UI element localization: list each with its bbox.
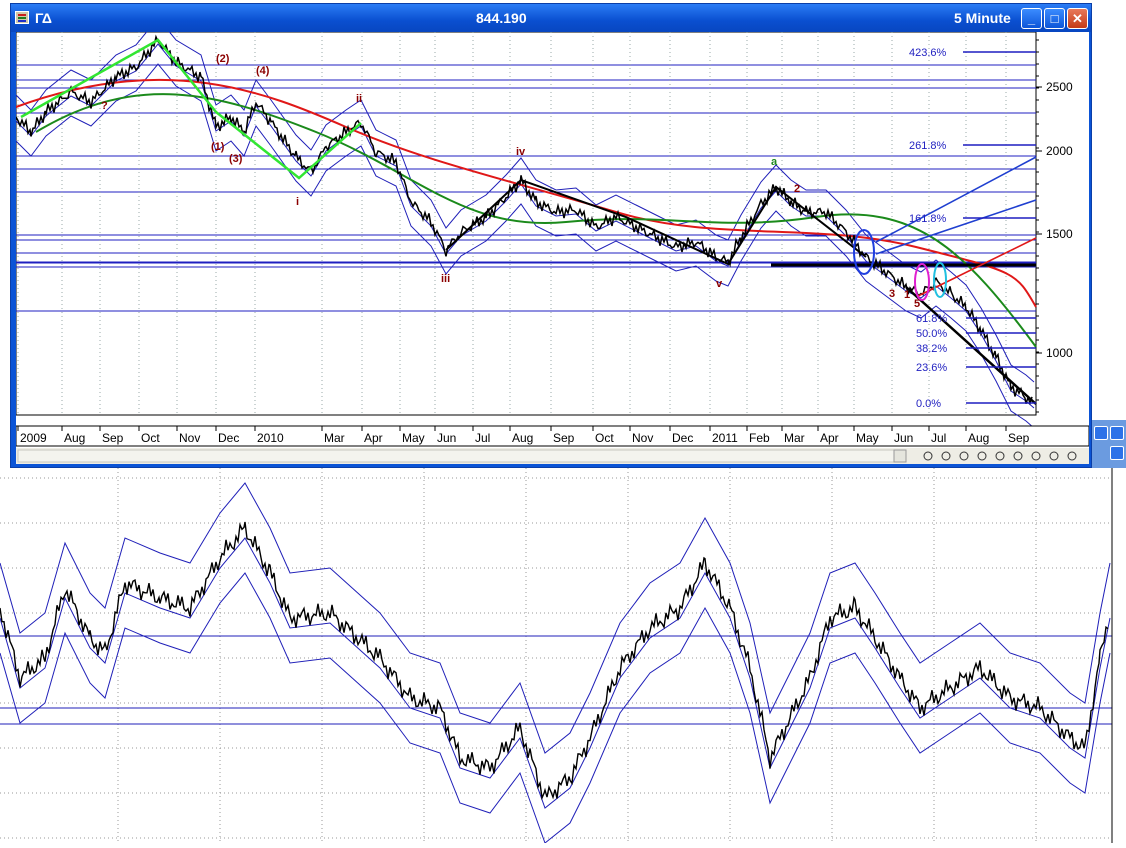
wave-label: v	[716, 278, 723, 290]
wave-label: ii	[356, 93, 362, 105]
time-tick-label: 2010	[257, 431, 284, 445]
app-icon[interactable]	[15, 11, 29, 24]
price-tick-label: 1000	[1046, 346, 1073, 360]
time-tick-label: Aug	[64, 431, 85, 445]
title-bar[interactable]: ΓΔ 844.190 5 Minute _ □ ✕	[11, 4, 1091, 32]
time-tick-label: Aug	[512, 431, 533, 445]
close-button[interactable]: ✕	[1067, 8, 1088, 29]
fib-label: 23.6%	[916, 362, 947, 374]
time-tick-label: Apr	[820, 431, 839, 445]
side-button[interactable]	[1094, 426, 1108, 440]
oscillator-middle-band	[0, 537, 1111, 809]
wave-label: a	[771, 156, 778, 168]
wave-label: 5	[914, 298, 920, 310]
time-tick-label: Jul	[931, 431, 946, 445]
wave-label: 1	[904, 289, 910, 301]
side-button[interactable]	[1110, 446, 1124, 460]
fib-label: 61.8%	[916, 313, 947, 325]
oscillator-bands	[0, 482, 1111, 844]
fib-label: 161.8%	[909, 213, 947, 225]
time-tick-label: May	[856, 431, 879, 445]
oscillator-upper-band	[0, 482, 1111, 754]
time-tick-label: Oct	[141, 431, 160, 445]
fib-label: 50.0%	[916, 328, 947, 340]
minimize-button[interactable]: _	[1021, 8, 1042, 29]
time-tick-label: Nov	[632, 431, 653, 445]
minimize-icon: _	[1027, 11, 1036, 26]
oscillator-chart[interactable]	[0, 468, 1126, 844]
side-button[interactable]	[1110, 426, 1124, 440]
symbol-title: ΓΔ	[35, 10, 52, 26]
price-tick-label: 1500	[1046, 227, 1073, 241]
oscillator-series	[0, 521, 1109, 801]
time-tick-label: Jun	[437, 431, 456, 445]
price-chart-svg[interactable]: ?(1)(2)(3)(4)iiiiiiivva1235 423.6%261.8%…	[15, 17, 1090, 464]
wave-label: (4)	[256, 65, 270, 77]
time-tick-label: Apr	[364, 431, 383, 445]
time-tick-label: Feb	[749, 431, 770, 445]
wave-label: 3	[889, 288, 895, 300]
time-tick-label: Nov	[179, 431, 200, 445]
price-tick-label: 2000	[1046, 144, 1073, 158]
time-tick-label: Sep	[553, 431, 575, 445]
time-tick-label: May	[402, 431, 425, 445]
time-tick-label: Dec	[218, 431, 239, 445]
price-axis: 2500 2000 1500 1000	[1036, 39, 1073, 413]
oscillator-levels	[0, 635, 1112, 725]
wave-label: iii	[441, 273, 450, 285]
time-tick-label: Mar	[324, 431, 345, 445]
time-tick-label: Dec	[672, 431, 693, 445]
fib-label: 261.8%	[909, 140, 947, 152]
time-tick-label: 2009	[20, 431, 47, 445]
time-tick-label: Jun	[894, 431, 913, 445]
time-tick-label: Aug	[968, 431, 989, 445]
maximize-button[interactable]: □	[1044, 8, 1065, 29]
side-panel	[1092, 420, 1126, 468]
fib-label: 423.6%	[909, 47, 947, 59]
oscillator-grid	[0, 468, 1110, 843]
interval-label: 5 Minute	[954, 10, 1011, 26]
wave-label: 2	[794, 183, 800, 195]
time-tick-label: Mar	[784, 431, 805, 445]
scrollbar-thumb[interactable]	[17, 449, 899, 463]
maximize-icon: □	[1050, 11, 1059, 26]
oscillator-line	[0, 521, 1109, 801]
time-tick-label: Jul	[475, 431, 490, 445]
price-tick-label: 2500	[1046, 80, 1073, 94]
time-tick-label: 2011	[712, 431, 738, 445]
close-icon: ✕	[1072, 11, 1083, 26]
time-tick-label: Sep	[102, 431, 124, 445]
scroll-right-button[interactable]	[893, 449, 907, 463]
price-chart[interactable]: ? (1) (2) (3) (4) ii i iii iv v a 1 2 3 5 423.6% 261.8%…	[15, 17, 1090, 464]
chart-window: ΓΔ 844.190 5 Minute _ □ ✕ ? (1) (2) (3) (4) i…	[10, 3, 1092, 468]
wave-label: iv	[516, 146, 526, 158]
time-tick-label: Oct	[595, 431, 614, 445]
fib-label: 0.0%	[916, 398, 941, 410]
wave-label: (3)	[229, 153, 243, 165]
oscillator-svg[interactable]	[0, 468, 1126, 844]
last-price: 844.190	[476, 10, 527, 26]
wave-label: i	[296, 196, 299, 208]
wave-label: (1)	[211, 141, 225, 153]
time-tick-label: Sep	[1008, 431, 1030, 445]
plot-area[interactable]	[15, 31, 1037, 416]
wave-label: (2)	[216, 53, 230, 65]
fib-label: 38.2%	[916, 343, 947, 355]
wave-label: ?	[101, 100, 108, 112]
